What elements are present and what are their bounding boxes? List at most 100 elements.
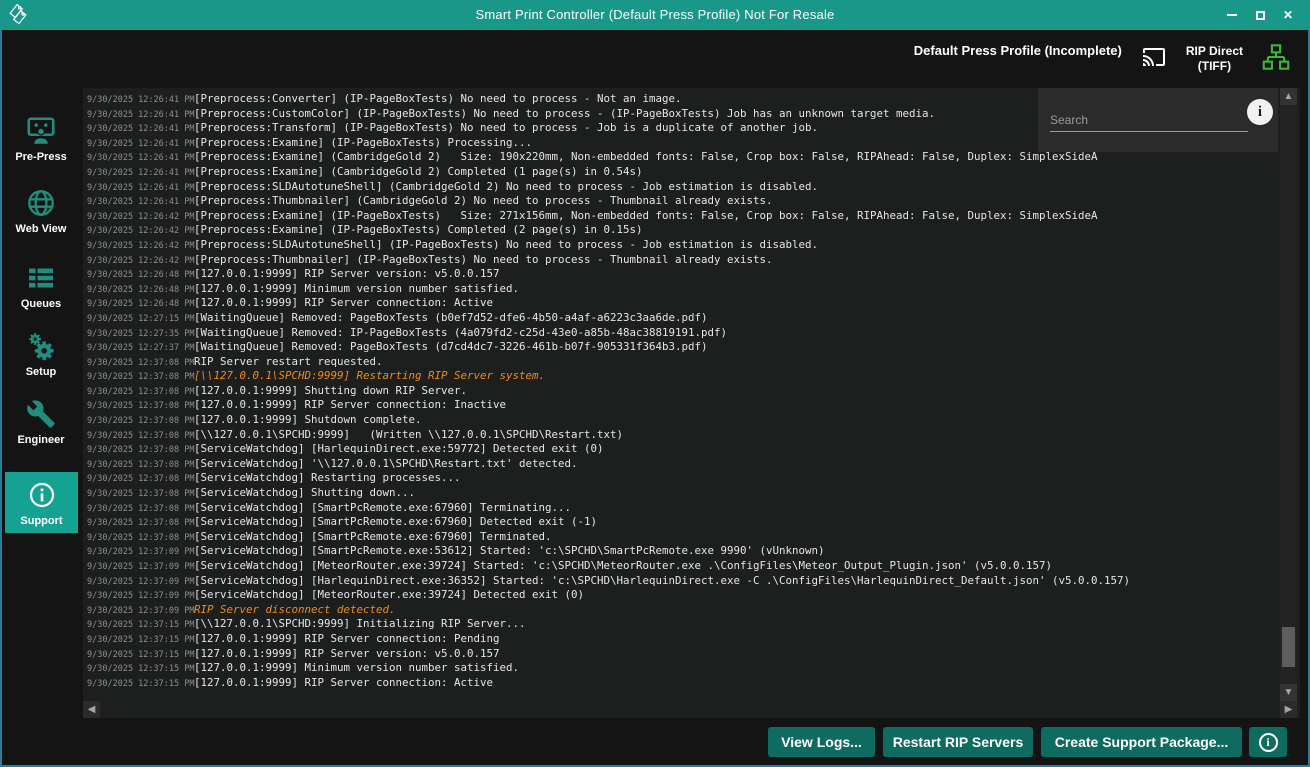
log-message: [ServiceWatchdog] [HarlequinDirect.exe:3… xyxy=(194,574,1130,587)
ink-channels xyxy=(991,61,1045,75)
log-message: [Preprocess:CustomColor] (IP-PageBoxTest… xyxy=(194,107,935,120)
log-line: 9/30/2025 12:26:42 PM[Preprocess:Examine… xyxy=(87,223,1280,238)
sidebar-item-label: Support xyxy=(20,515,62,527)
log-message: [127.0.0.1:9999] RIP Server connection: … xyxy=(194,398,506,411)
sidebar-item-queues[interactable]: Queues xyxy=(2,261,80,310)
log-timestamp: 9/30/2025 12:37:08 PM xyxy=(87,414,194,429)
log-timestamp: 9/30/2025 12:37:08 PM xyxy=(87,487,194,502)
log-timestamp: 9/30/2025 12:26:48 PM xyxy=(87,268,194,283)
log-timestamp: 9/30/2025 12:37:08 PM xyxy=(87,429,194,444)
log-line: 9/30/2025 12:37:08 PM[ServiceWatchdog] '… xyxy=(87,457,1280,472)
log-timestamp: 9/30/2025 12:26:42 PM xyxy=(87,224,194,239)
log-timestamp: 9/30/2025 12:37:09 PM xyxy=(87,589,194,604)
log-line: 9/30/2025 12:37:09 PM[ServiceWatchdog] [… xyxy=(87,544,1280,559)
log-line: 9/30/2025 12:26:41 PM[Preprocess:SLDAuto… xyxy=(87,180,1280,195)
title-bar: Smart Print Controller (Default Press Pr… xyxy=(0,0,1310,30)
log-line: 9/30/2025 12:37:09 PM[ServiceWatchdog] [… xyxy=(87,559,1280,574)
search-input[interactable] xyxy=(1050,108,1248,132)
output-mode-line1: RIP Direct xyxy=(1186,44,1243,59)
log-message: [127.0.0.1:9999] Shutdown complete. xyxy=(194,413,422,426)
log-timestamp: 9/30/2025 12:26:41 PM xyxy=(87,195,194,210)
log-line: 9/30/2025 12:26:41 PM[Preprocess:Examine… xyxy=(87,150,1280,165)
sidebar-item-engineer[interactable]: Engineer xyxy=(2,397,80,446)
log-message: [ServiceWatchdog] '\\127.0.0.1\SPCHD\Res… xyxy=(194,457,578,470)
log-message: RIP Server restart requested. xyxy=(194,355,383,368)
log-message: [ServiceWatchdog] [SmartPcRemote.exe:536… xyxy=(194,544,825,557)
log-timestamp: 9/30/2025 12:37:08 PM xyxy=(87,516,194,531)
press-profile-status: Default Press Profile (Incomplete) xyxy=(914,43,1122,75)
log-message: [127.0.0.1:9999] RIP Server connection: … xyxy=(194,632,500,645)
log-timestamp: 9/30/2025 12:37:08 PM xyxy=(87,356,194,371)
log-message: [127.0.0.1:9999] RIP Server connection: … xyxy=(194,296,493,309)
log-timestamp: 9/30/2025 12:37:08 PM xyxy=(87,443,194,458)
minimize-icon xyxy=(1227,14,1237,16)
log-timestamp: 9/30/2025 12:37:15 PM xyxy=(87,677,194,692)
log-message: [Preprocess:Examine] (IP-PageBoxTests) S… xyxy=(194,209,1098,222)
maximize-button[interactable] xyxy=(1246,0,1274,30)
scroll-right-arrow-icon[interactable]: ▶ xyxy=(1280,701,1297,718)
sidebar-item-web-view[interactable]: Web View xyxy=(2,186,80,235)
create-support-package-button[interactable]: Create Support Package... xyxy=(1041,727,1242,757)
sidebar-item-pre-press[interactable]: Pre-Press xyxy=(2,114,80,163)
support-log-panel: 9/30/2025 12:26:41 PM[Preprocess:Convert… xyxy=(83,88,1300,718)
support-info-button[interactable]: i xyxy=(1249,727,1287,757)
log-timestamp: 9/30/2025 12:27:15 PM xyxy=(87,312,194,327)
log-line: 9/30/2025 12:26:41 PM[Preprocess:Thumbna… xyxy=(87,194,1280,209)
log-line: 9/30/2025 12:37:15 PM[127.0.0.1:9999] RI… xyxy=(87,632,1280,647)
cast-output-icon[interactable] xyxy=(1141,45,1167,74)
log-message: [Preprocess:SLDAutotuneShell] (IP-PageBo… xyxy=(194,238,818,251)
restart-rip-servers-button[interactable]: Restart RIP Servers xyxy=(883,727,1033,757)
ink-droplet-icon xyxy=(989,62,1002,75)
log-message: [ServiceWatchdog] [HarlequinDirect.exe:5… xyxy=(194,442,604,455)
log-message: RIP Server disconnect detected. xyxy=(194,603,396,616)
log-message: [WaitingQueue] Removed: PageBoxTests (d7… xyxy=(194,340,708,353)
sidebar: Pre-Press Web View Queues xyxy=(2,30,80,765)
log-message: [WaitingQueue] Removed: PageBoxTests (b0… xyxy=(194,311,708,324)
minimize-button[interactable] xyxy=(1218,0,1246,30)
log-timestamp: 9/30/2025 12:37:08 PM xyxy=(87,399,194,414)
log-message: [Preprocess:Thumbnailer] (CambridgeGold … xyxy=(194,194,773,207)
view-logs-button[interactable]: View Logs... xyxy=(768,727,875,757)
search-info-icon[interactable]: i xyxy=(1247,99,1273,125)
log-timestamp: 9/30/2025 12:37:15 PM xyxy=(87,662,194,677)
log-message: [127.0.0.1:9999] RIP Server connection: … xyxy=(194,676,493,689)
scroll-up-arrow-icon[interactable]: ▲ xyxy=(1280,88,1297,105)
log-message: [ServiceWatchdog] [SmartPcRemote.exe:679… xyxy=(194,530,552,543)
close-button[interactable]: ✕ xyxy=(1274,0,1302,30)
log-timestamp: 9/30/2025 12:37:08 PM xyxy=(87,472,194,487)
log-line: 9/30/2025 12:26:48 PM[127.0.0.1:9999] RI… xyxy=(87,267,1280,282)
log-message: [Preprocess:Examine] (CambridgeGold 2) C… xyxy=(194,165,643,178)
vertical-scrollbar[interactable]: ▲ ▼ xyxy=(1280,88,1297,701)
log-line: 9/30/2025 12:26:41 PM[Preprocess:Examine… xyxy=(87,165,1280,180)
sidebar-item-support[interactable]: Support xyxy=(5,472,78,533)
log-line: 9/30/2025 12:37:08 PM[127.0.0.1:9999] Sh… xyxy=(87,413,1280,428)
log-line: 9/30/2025 12:37:09 PMRIP Server disconne… xyxy=(87,603,1280,618)
globe-icon xyxy=(25,186,57,220)
log-line: 9/30/2025 12:26:48 PM[127.0.0.1:9999] RI… xyxy=(87,296,1280,311)
scroll-down-arrow-icon[interactable]: ▼ xyxy=(1280,684,1297,701)
sidebar-item-setup[interactable]: Setup xyxy=(2,329,80,378)
pre-press-icon xyxy=(24,114,58,148)
network-status-icon[interactable] xyxy=(1262,43,1290,76)
window-title: Smart Print Controller (Default Press Pr… xyxy=(0,0,1310,30)
log-timestamp: 9/30/2025 12:37:15 PM xyxy=(87,633,194,648)
sidebar-item-label: Engineer xyxy=(17,434,64,446)
log-line: 9/30/2025 12:37:15 PM[127.0.0.1:9999] RI… xyxy=(87,676,1280,691)
vertical-scrollbar-thumb[interactable] xyxy=(1282,627,1295,667)
log-search-panel: i xyxy=(1038,88,1278,152)
log-timestamp: 9/30/2025 12:37:15 PM xyxy=(87,618,194,633)
log-output[interactable]: 9/30/2025 12:26:41 PM[Preprocess:Convert… xyxy=(87,92,1280,698)
log-line: 9/30/2025 12:37:08 PM[ServiceWatchdog] [… xyxy=(87,501,1280,516)
log-timestamp: 9/30/2025 12:26:41 PM xyxy=(87,181,194,196)
log-message: [ServiceWatchdog] [MeteorRouter.exe:3972… xyxy=(194,559,1052,572)
log-timestamp: 9/30/2025 12:37:08 PM xyxy=(87,370,194,385)
log-line: 9/30/2025 12:37:08 PM[127.0.0.1:9999] RI… xyxy=(87,398,1280,413)
log-timestamp: 9/30/2025 12:26:41 PM xyxy=(87,151,194,166)
log-message: [\\127.0.0.1\SPCHD:9999] Restarting RIP … xyxy=(194,369,545,382)
log-line: 9/30/2025 12:37:08 PM[ServiceWatchdog] [… xyxy=(87,515,1280,530)
info-circle-icon xyxy=(27,478,57,512)
scroll-left-arrow-icon[interactable]: ◀ xyxy=(83,701,100,718)
wrench-icon xyxy=(26,397,56,431)
ink-droplet-icon xyxy=(1034,62,1047,75)
log-line: 9/30/2025 12:27:15 PM[WaitingQueue] Remo… xyxy=(87,311,1280,326)
